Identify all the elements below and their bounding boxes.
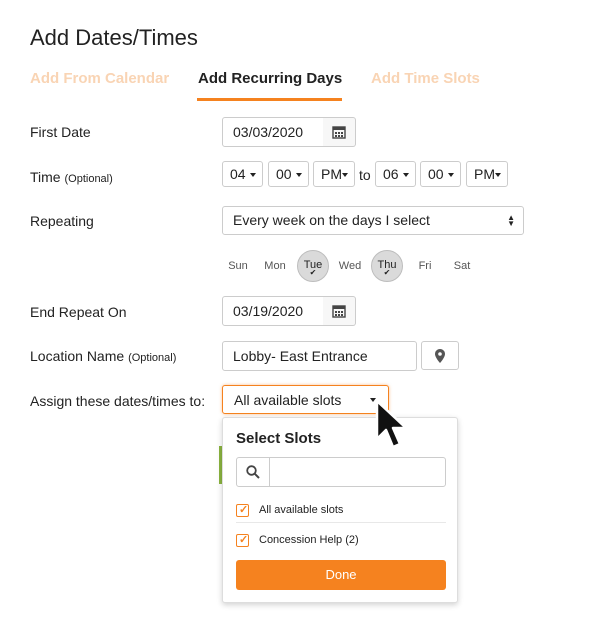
assign-slots-value: All available slots — [234, 392, 342, 408]
location-label-text: Location Name — [30, 348, 125, 364]
start-minute-select[interactable]: 00 — [268, 161, 309, 187]
day-label: Wed — [338, 260, 362, 272]
time-label-text: Time — [30, 169, 61, 185]
checkmark-icon: ✔ — [383, 268, 391, 277]
mouse-pointer-icon — [375, 399, 408, 449]
chevron-down-icon — [296, 173, 302, 177]
search-icon-box — [237, 458, 270, 486]
end-minute-value: 00 — [428, 166, 444, 182]
tab-add-recurring-days[interactable]: Add Recurring Days — [198, 70, 342, 87]
end-hour-value: 06 — [383, 166, 399, 182]
location-input[interactable]: Lobby- East Entrance — [222, 341, 417, 371]
assign-label: Assign these dates/times to: — [30, 393, 206, 409]
calendar-icon — [332, 126, 346, 139]
repeating-label: Repeating — [30, 213, 94, 229]
slot-option-concession-help[interactable]: ✓ Concession Help (2) — [236, 530, 446, 552]
start-ampm-value: PM — [321, 166, 342, 182]
end-repeat-input[interactable]: 03/19/2020 — [222, 296, 324, 326]
location-label: Location Name (Optional) — [30, 348, 176, 364]
checkbox[interactable]: ✓ — [236, 534, 249, 547]
slots-search-input[interactable] — [271, 458, 445, 486]
start-ampm-select[interactable]: PM — [313, 161, 355, 187]
chevron-down-icon — [495, 173, 501, 177]
search-icon — [246, 465, 260, 479]
start-hour-select[interactable]: 04 — [222, 161, 263, 187]
map-marker-icon — [435, 348, 445, 363]
checkmark-icon: ✓ — [239, 534, 249, 546]
slots-search — [236, 457, 446, 487]
checkmark-icon: ✓ — [239, 504, 249, 516]
tab-add-time-slots[interactable]: Add Time Slots — [371, 70, 480, 87]
end-ampm-value: PM — [474, 166, 495, 182]
first-date-label: First Date — [30, 124, 91, 140]
slot-option-label: All available slots — [259, 504, 344, 516]
weekday-picker: Sun Mon Tue ✔ Wed Thu ✔ Fri Sat — [222, 250, 482, 282]
end-hour-select[interactable]: 06 — [375, 161, 416, 187]
end-repeat-label: End Repeat On — [30, 304, 127, 320]
slot-option-label: Concession Help (2) — [259, 534, 359, 546]
end-repeat-calendar-button[interactable] — [323, 296, 356, 326]
active-tab-indicator — [197, 98, 342, 101]
popup-title: Select Slots — [236, 430, 322, 447]
repeating-value: Every week on the days I select — [233, 212, 430, 228]
tab-bar: Add From Calendar Add Recurring Days Add… — [30, 70, 590, 104]
start-minute-value: 00 — [276, 166, 292, 182]
end-minute-select[interactable]: 00 — [420, 161, 461, 187]
slot-option-all[interactable]: ✓ All available slots — [236, 500, 446, 522]
day-fri[interactable]: Fri — [409, 250, 441, 282]
time-label: Time (Optional) — [30, 169, 113, 185]
checkbox[interactable]: ✓ — [236, 504, 249, 517]
chevron-down-icon — [250, 173, 256, 177]
calendar-icon — [332, 305, 346, 318]
tab-add-from-calendar[interactable]: Add From Calendar — [30, 70, 169, 87]
day-thu[interactable]: Thu ✔ — [371, 250, 403, 282]
day-wed[interactable]: Wed — [334, 250, 366, 282]
location-map-button[interactable] — [421, 341, 459, 370]
page-title: Add Dates/Times — [30, 25, 198, 50]
end-ampm-select[interactable]: PM — [466, 161, 508, 187]
day-sat[interactable]: Sat — [446, 250, 478, 282]
start-hour-value: 04 — [230, 166, 246, 182]
day-label: Mon — [264, 260, 286, 272]
time-to-text: to — [359, 167, 371, 183]
repeating-select[interactable]: Every week on the days I select ▲ ▼ — [222, 206, 524, 235]
chevron-down-icon — [342, 173, 348, 177]
checkmark-icon: ✔ — [309, 268, 317, 277]
day-label: Fri — [418, 260, 432, 272]
day-label: Sun — [228, 260, 248, 272]
chevron-down-icon — [403, 173, 409, 177]
done-button[interactable]: Done — [236, 560, 446, 590]
day-mon[interactable]: Mon — [259, 250, 291, 282]
day-label: Sat — [453, 260, 471, 272]
first-date-input[interactable]: 03/03/2020 — [222, 117, 324, 147]
time-optional-text: (Optional) — [64, 173, 113, 185]
select-slots-popup: Select Slots ✓ All available slots ✓ Con… — [222, 417, 458, 603]
option-divider — [236, 522, 446, 523]
first-date-calendar-button[interactable] — [323, 117, 356, 147]
day-tue[interactable]: Tue ✔ — [297, 250, 329, 282]
updown-arrows-icon: ▲ ▼ — [507, 213, 515, 228]
location-optional-text: (Optional) — [128, 352, 177, 364]
day-sun[interactable]: Sun — [222, 250, 254, 282]
assign-slots-dropdown[interactable]: All available slots — [222, 385, 389, 414]
chevron-down-icon — [448, 173, 454, 177]
